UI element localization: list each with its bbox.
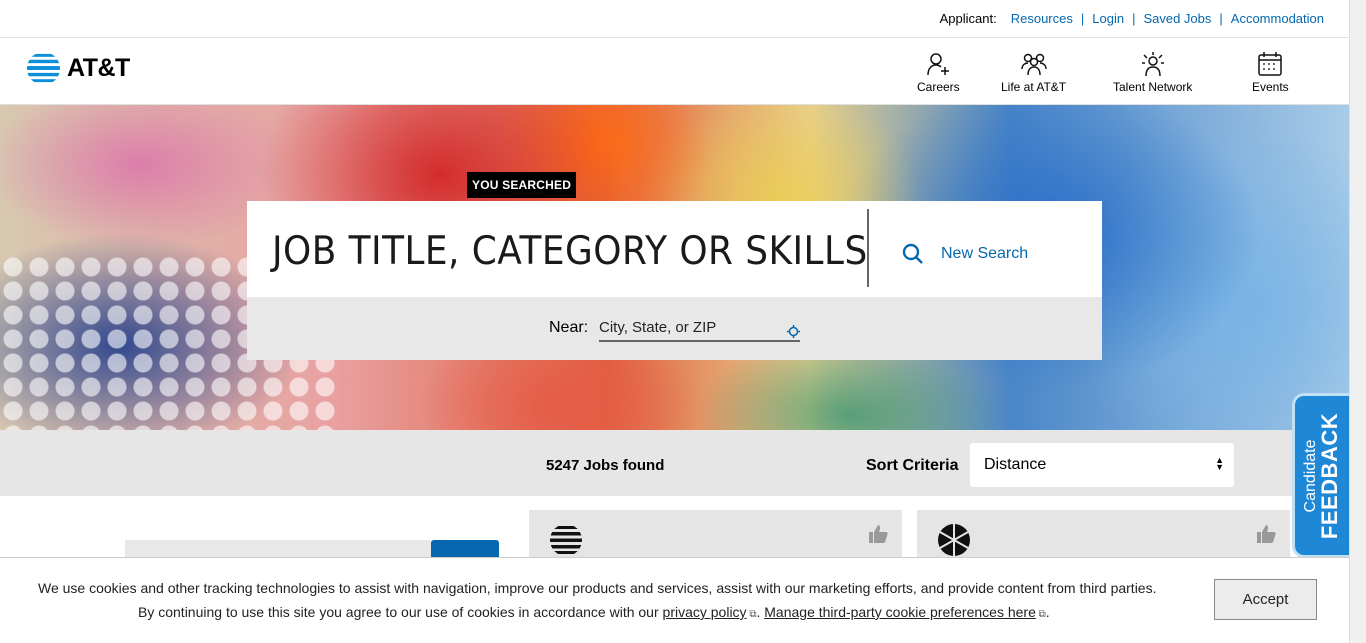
nav-talent-label: Talent Network (1113, 80, 1193, 94)
feedback-line2: FEEDBACK (1317, 412, 1342, 539)
privacy-policy-link[interactable]: privacy policy (663, 604, 747, 620)
sort-value: Distance (984, 456, 1047, 473)
att-logo[interactable]: AT&T (26, 51, 130, 86)
people-group-icon (1020, 53, 1047, 76)
nav-events[interactable]: Events (1252, 51, 1289, 94)
you-searched-label: YOU SEARCHED (467, 172, 577, 198)
manage-cookies-link[interactable]: Manage third-party cookie preferences he… (764, 604, 1036, 620)
cookie-consent-text: By continuing to use this site you agree… (138, 604, 1050, 620)
nav-events-label: Events (1252, 80, 1289, 94)
separator: | (1219, 11, 1223, 26)
nav-life-at-att[interactable]: Life at AT&T (1001, 51, 1066, 94)
accept-cookies-button[interactable]: Accept (1214, 579, 1317, 620)
main-header: AT&T Careers Life at AT&T Talent Network (0, 39, 1349, 105)
hero-banner: YOU SEARCHED JOB TITLE, CATEGORY OR SKIL… (0, 105, 1349, 430)
results-bar: 5247 Jobs found Sort Criteria Distance ▲… (0, 430, 1349, 496)
near-label: Near: (549, 319, 589, 336)
company-logo-icon (938, 524, 970, 556)
cookie-text: We use cookies and other tracking techno… (38, 580, 1157, 596)
new-search-label: New Search (941, 245, 1029, 262)
cookie-consent-prefix: By continuing to use this site you agree… (138, 604, 659, 620)
utility-bar: Applicant: Resources | Login | Saved Job… (0, 0, 1349, 38)
page-scrollbar[interactable] (1349, 0, 1366, 643)
att-globe-icon (26, 51, 61, 86)
sort-label: Sort Criteria (866, 457, 959, 474)
cookie-banner: We use cookies and other tracking techno… (0, 557, 1349, 643)
nav-talent-network[interactable]: Talent Network (1113, 51, 1192, 94)
search-query-input[interactable]: JOB TITLE, CATEGORY OR SKILLS (272, 229, 868, 274)
calendar-icon (1258, 52, 1283, 76)
nav-careers[interactable]: Careers (917, 51, 960, 94)
location-input[interactable] (599, 314, 800, 342)
saved-jobs-link[interactable]: Saved Jobs (1143, 11, 1211, 26)
applicant-label: Applicant: (939, 11, 997, 26)
thumbs-up-icon[interactable] (868, 524, 888, 544)
att-globe-icon (550, 524, 582, 556)
separator: | (1080, 11, 1085, 26)
resources-link[interactable]: Resources (1011, 11, 1073, 26)
jobs-count: 5247 Jobs found (546, 457, 665, 474)
sort-select[interactable]: Distance ▲ ▼ (970, 443, 1234, 487)
locate-icon[interactable] (787, 325, 800, 338)
nav-life-label: Life at AT&T (1001, 80, 1067, 94)
search-divider (867, 209, 869, 287)
job-card[interactable] (529, 510, 902, 560)
select-arrows-icon: ▲ ▼ (1215, 455, 1224, 472)
separator: | (1132, 11, 1136, 26)
brand-name: AT&T (67, 54, 130, 82)
search-box: JOB TITLE, CATEGORY OR SKILLS New Search (247, 201, 1102, 297)
search-icon (902, 243, 923, 264)
near-bar: Near: (247, 297, 1102, 360)
person-add-icon (927, 53, 950, 76)
new-search-button[interactable]: New Search (902, 243, 1028, 265)
login-link[interactable]: Login (1092, 11, 1124, 26)
network-person-icon (1141, 52, 1164, 77)
candidate-feedback-tab[interactable]: Candidate FEEDBACK (1292, 393, 1349, 558)
external-link-icon: ⧉ (746, 609, 757, 620)
job-card[interactable] (917, 510, 1290, 560)
nav-careers-label: Careers (917, 80, 960, 94)
external-link-icon: ⧉ (1035, 609, 1046, 620)
accommodation-link[interactable]: Accommodation (1231, 11, 1324, 26)
thumbs-up-icon[interactable] (1256, 524, 1276, 544)
